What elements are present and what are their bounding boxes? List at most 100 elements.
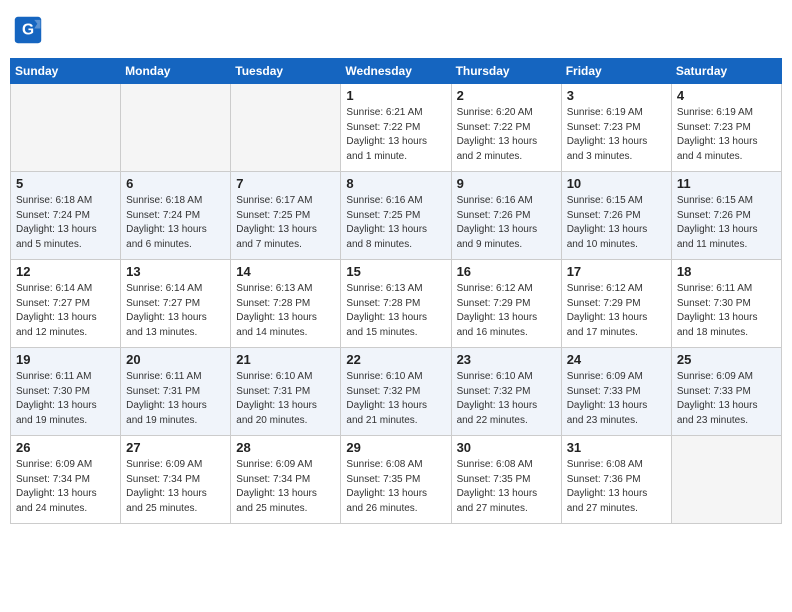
day-info: Sunrise: 6:18 AM Sunset: 7:24 PM Dayligh… — [16, 194, 115, 252]
day-number: 19 — [16, 352, 115, 367]
calendar-cell: 18Sunrise: 6:11 AM Sunset: 7:30 PM Dayli… — [671, 260, 781, 348]
day-number: 11 — [677, 176, 776, 191]
calendar-cell: 21 Sunrise: 6:10 AM Sunset: 7:31 PM Dayli… — [231, 348, 341, 436]
day-number: 24 — [567, 352, 666, 367]
day-info: Sunrise: 6:21 AM Sunset: 7:22 PM Dayligh… — [346, 106, 445, 164]
calendar-cell — [11, 84, 121, 172]
day-info: Sunrise: 6:09 AM Sunset: 7:34 PM Dayligh… — [16, 458, 115, 516]
day-number: 13 — [126, 264, 225, 279]
day-number: 27 — [126, 440, 225, 455]
day-info: Sunrise: 6:14 AM Sunset: 7:27 PM Dayligh… — [126, 282, 225, 340]
calendar-week-2: 5 Sunrise: 6:18 AM Sunset: 7:24 PM Daylig… — [11, 172, 782, 260]
calendar-cell: 24 Sunrise: 6:09 AM Sunset: 7:33 PM Dayli… — [561, 348, 671, 436]
calendar-week-1: 1 Sunrise: 6:21 AM Sunset: 7:22 PM Daylig… — [11, 84, 782, 172]
day-info: Sunrise: 6:19 AM Sunset: 7:23 PM Dayligh… — [567, 106, 666, 164]
day-number: 21 — [236, 352, 335, 367]
calendar-cell: 8 Sunrise: 6:16 AM Sunset: 7:25 PM Daylig… — [341, 172, 451, 260]
calendar-week-5: 26 Sunrise: 6:09 AM Sunset: 7:34 PM Dayli… — [11, 436, 782, 524]
calendar-cell — [231, 84, 341, 172]
weekday-header-wednesday: Wednesday — [341, 59, 451, 84]
day-number: 17 — [567, 264, 666, 279]
calendar-cell: 3 Sunrise: 6:19 AM Sunset: 7:23 PM Daylig… — [561, 84, 671, 172]
calendar-cell: 29 Sunrise: 6:08 AM Sunset: 7:35 PM Dayli… — [341, 436, 451, 524]
calendar-cell: 12 Sunrise: 6:14 AM Sunset: 7:27 PM Dayli… — [11, 260, 121, 348]
day-number: 26 — [16, 440, 115, 455]
page-header: G — [10, 10, 782, 50]
day-info: Sunrise: 6:15 AM Sunset: 7:26 PM Dayligh… — [677, 194, 776, 252]
day-info: Sunrise: 6:15 AM Sunset: 7:26 PM Dayligh… — [567, 194, 666, 252]
day-info: Sunrise: 6:12 AM Sunset: 7:29 PM Dayligh… — [457, 282, 556, 340]
day-number: 18 — [677, 264, 776, 279]
calendar-cell: 30 Sunrise: 6:08 AM Sunset: 7:35 PM Dayli… — [451, 436, 561, 524]
day-number: 31 — [567, 440, 666, 455]
day-number: 6 — [126, 176, 225, 191]
day-info: Sunrise: 6:14 AM Sunset: 7:27 PM Dayligh… — [16, 282, 115, 340]
day-info: Sunrise: 6:16 AM Sunset: 7:25 PM Dayligh… — [346, 194, 445, 252]
day-number: 9 — [457, 176, 556, 191]
day-info: Sunrise: 6:10 AM Sunset: 7:31 PM Dayligh… — [236, 370, 335, 428]
day-info: Sunrise: 6:18 AM Sunset: 7:24 PM Dayligh… — [126, 194, 225, 252]
calendar-cell: 25 Sunrise: 6:09 AM Sunset: 7:33 PM Dayli… — [671, 348, 781, 436]
day-info: Sunrise: 6:19 AM Sunset: 7:23 PM Dayligh… — [677, 106, 776, 164]
day-number: 25 — [677, 352, 776, 367]
day-number: 5 — [16, 176, 115, 191]
day-info: Sunrise: 6:09 AM Sunset: 7:33 PM Dayligh… — [567, 370, 666, 428]
calendar-week-4: 19 Sunrise: 6:11 AM Sunset: 7:30 PM Dayli… — [11, 348, 782, 436]
calendar-cell: 16Sunrise: 6:12 AM Sunset: 7:29 PM Dayli… — [451, 260, 561, 348]
calendar-cell: 20 Sunrise: 6:11 AM Sunset: 7:31 PM Dayli… — [121, 348, 231, 436]
logo-icon: G — [14, 16, 42, 44]
day-number: 8 — [346, 176, 445, 191]
day-info: Sunrise: 6:08 AM Sunset: 7:36 PM Dayligh… — [567, 458, 666, 516]
day-number: 2 — [457, 88, 556, 103]
day-number: 7 — [236, 176, 335, 191]
calendar-week-3: 12 Sunrise: 6:14 AM Sunset: 7:27 PM Dayli… — [11, 260, 782, 348]
day-number: 4 — [677, 88, 776, 103]
day-info: Sunrise: 6:17 AM Sunset: 7:25 PM Dayligh… — [236, 194, 335, 252]
calendar-cell: 1 Sunrise: 6:21 AM Sunset: 7:22 PM Daylig… — [341, 84, 451, 172]
day-number: 1 — [346, 88, 445, 103]
day-info: Sunrise: 6:10 AM Sunset: 7:32 PM Dayligh… — [457, 370, 556, 428]
day-number: 10 — [567, 176, 666, 191]
day-info: Sunrise: 6:09 AM Sunset: 7:34 PM Dayligh… — [236, 458, 335, 516]
logo: G — [14, 16, 44, 44]
weekday-header-friday: Friday — [561, 59, 671, 84]
calendar-cell: 2Sunrise: 6:20 AM Sunset: 7:22 PM Daylig… — [451, 84, 561, 172]
calendar-cell: 17 Sunrise: 6:12 AM Sunset: 7:29 PM Dayli… — [561, 260, 671, 348]
calendar-cell: 28 Sunrise: 6:09 AM Sunset: 7:34 PM Dayli… — [231, 436, 341, 524]
day-info: Sunrise: 6:12 AM Sunset: 7:29 PM Dayligh… — [567, 282, 666, 340]
day-info: Sunrise: 6:09 AM Sunset: 7:33 PM Dayligh… — [677, 370, 776, 428]
day-info: Sunrise: 6:11 AM Sunset: 7:30 PM Dayligh… — [16, 370, 115, 428]
day-number: 3 — [567, 88, 666, 103]
day-number: 12 — [16, 264, 115, 279]
weekday-header-saturday: Saturday — [671, 59, 781, 84]
calendar-cell: 11 Sunrise: 6:15 AM Sunset: 7:26 PM Dayli… — [671, 172, 781, 260]
calendar-cell: 14Sunrise: 6:13 AM Sunset: 7:28 PM Dayli… — [231, 260, 341, 348]
calendar-cell: 6 Sunrise: 6:18 AM Sunset: 7:24 PM Daylig… — [121, 172, 231, 260]
calendar-cell: 31 Sunrise: 6:08 AM Sunset: 7:36 PM Dayli… — [561, 436, 671, 524]
weekday-header-tuesday: Tuesday — [231, 59, 341, 84]
day-info: Sunrise: 6:08 AM Sunset: 7:35 PM Dayligh… — [346, 458, 445, 516]
calendar-cell: 27Sunrise: 6:09 AM Sunset: 7:34 PM Dayli… — [121, 436, 231, 524]
day-number: 28 — [236, 440, 335, 455]
weekday-header-monday: Monday — [121, 59, 231, 84]
day-number: 23 — [457, 352, 556, 367]
calendar-cell: 10 Sunrise: 6:15 AM Sunset: 7:26 PM Dayli… — [561, 172, 671, 260]
day-info: Sunrise: 6:08 AM Sunset: 7:35 PM Dayligh… — [457, 458, 556, 516]
calendar-cell — [671, 436, 781, 524]
svg-text:G: G — [22, 22, 34, 39]
calendar-cell — [121, 84, 231, 172]
day-number: 29 — [346, 440, 445, 455]
day-number: 30 — [457, 440, 556, 455]
day-info: Sunrise: 6:16 AM Sunset: 7:26 PM Dayligh… — [457, 194, 556, 252]
calendar-cell: 13 Sunrise: 6:14 AM Sunset: 7:27 PM Dayli… — [121, 260, 231, 348]
day-info: Sunrise: 6:13 AM Sunset: 7:28 PM Dayligh… — [236, 282, 335, 340]
calendar-cell: 9 Sunrise: 6:16 AM Sunset: 7:26 PM Daylig… — [451, 172, 561, 260]
calendar-cell: 19 Sunrise: 6:11 AM Sunset: 7:30 PM Dayli… — [11, 348, 121, 436]
day-info: Sunrise: 6:11 AM Sunset: 7:31 PM Dayligh… — [126, 370, 225, 428]
calendar-table: SundayMondayTuesdayWednesdayThursdayFrid… — [10, 58, 782, 524]
day-number: 20 — [126, 352, 225, 367]
weekday-header-thursday: Thursday — [451, 59, 561, 84]
weekday-header-row: SundayMondayTuesdayWednesdayThursdayFrid… — [11, 59, 782, 84]
day-number: 15 — [346, 264, 445, 279]
calendar-cell: 23 Sunrise: 6:10 AM Sunset: 7:32 PM Dayli… — [451, 348, 561, 436]
